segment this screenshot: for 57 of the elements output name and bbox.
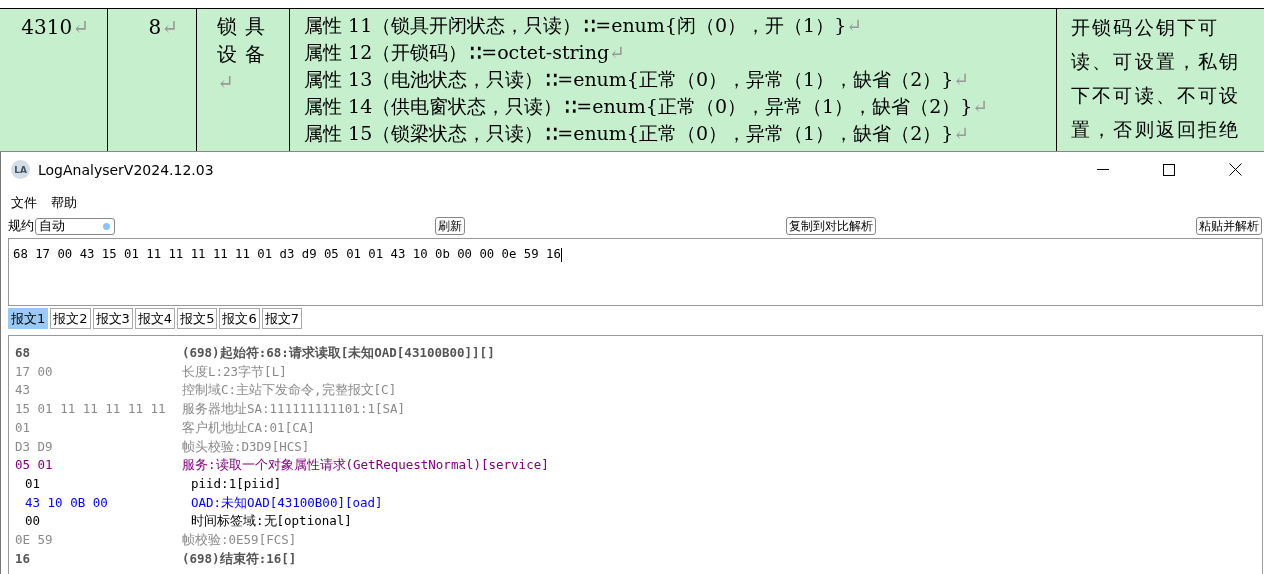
message-tab[interactable]: 报文6: [219, 308, 260, 329]
menu-item[interactable]: 文件: [11, 194, 37, 212]
message-tab[interactable]: 报文2: [50, 308, 91, 329]
hex-bytes: 16: [15, 549, 32, 568]
message-tab[interactable]: 报文4: [134, 308, 176, 329]
table-cell-text: 8↵: [148, 15, 178, 39]
attribute-line: 属性 15（锁梁状态，只读）∶∶=enum{正常（0），异常（1），缺省（2）}↵: [304, 121, 971, 146]
hex-bytes: 05 01: [15, 456, 54, 475]
window-title: LogAnalyserV2024.12.03: [38, 161, 215, 178]
field-description: piid:1[piid]: [191, 474, 282, 493]
note-text-line: 开锁码公钥下可: [1071, 15, 1221, 40]
message-tab[interactable]: 报文1: [8, 308, 49, 329]
hex-bytes: 43 10 0B 00: [25, 493, 109, 512]
table-cell-text: 4310↵: [21, 15, 89, 39]
attribute-line: 属性 12（开锁码）∶∶=octet-string↵: [304, 40, 627, 65]
hex-bytes: 0E 59: [15, 531, 54, 550]
hex-bytes: 01: [25, 474, 42, 493]
toolbar-button[interactable]: 刷新: [435, 217, 466, 235]
toolbar-button[interactable]: 复制到对比解析: [785, 217, 876, 235]
table-cell-text: 锁具设备 ↵: [217, 13, 265, 96]
dot-icon: [103, 222, 110, 230]
hex-bytes: 00: [25, 512, 42, 531]
field-description: 控制域C:主站下发命令,完整报文[C]: [182, 381, 397, 400]
field-description: 帧头校验:D3D9[HCS]: [182, 437, 310, 456]
attribute-line: 属性 14（供电窗状态，只读）∶∶=enum{正常（0），异常（1），缺省（2）}↵: [304, 94, 990, 119]
field-description: 时间标签域:无[optional]: [191, 512, 352, 531]
field-description: 长度L:23字节[L]: [182, 362, 287, 381]
field-description: OAD:未知OAD[43100B00][oad]: [191, 493, 383, 512]
attribute-line: 属性 11（锁具开闭状态，只读）∶∶=enum{闭（0），开（1）}↵: [304, 13, 864, 38]
field-description: 客户机地址CA:01[CA]: [182, 418, 315, 437]
message-tab[interactable]: 报文7: [261, 308, 302, 329]
hex-bytes: 68: [15, 344, 32, 362]
toolbar-button[interactable]: 粘贴并解析: [1196, 217, 1262, 235]
message-tab[interactable]: 报文3: [92, 308, 133, 329]
note-text-line: 置，否则返回拒绝: [1071, 117, 1242, 142]
maximize-icon: [1163, 163, 1175, 176]
field-description: 服务器地址SA:111111111101:1[SA]: [182, 400, 406, 419]
note-text-line: 下不可读、不可设: [1071, 83, 1242, 108]
menu-item[interactable]: 帮助: [51, 194, 77, 212]
hex-bytes: 15 01 11 11 11 11 11: [15, 400, 167, 419]
hex-bytes: D3 D9: [15, 437, 54, 456]
hex-bytes: 43: [15, 381, 32, 400]
field-description: 帧校验:0E59[FCS]: [182, 531, 297, 550]
attribute-line: 属性 13（电池状态，只读）∶∶=enum{正常（0），异常（1），缺省（2）}↵: [304, 67, 971, 92]
minimize-icon: [1097, 169, 1109, 170]
field-description: (698)结束符:16[]: [182, 549, 297, 568]
hex-bytes: 01: [15, 418, 32, 437]
hex-input-field[interactable]: 68 17 00 43 15 01 11 11 11 11 11 01 d3 d9 05 01 01 43 10 0b 00 00 0e 59 16: [8, 238, 1263, 306]
app-logo-icon: LA: [11, 160, 30, 179]
field-description: (698)起始符:68:请求读取[未知OAD[43100B00]][]: [182, 344, 495, 362]
note-text-line: 读、可设置，私钥: [1071, 49, 1242, 74]
close-icon: [1228, 163, 1242, 176]
protocol-dropdown[interactable]: 自动: [35, 217, 115, 235]
protocol-label: 规约: [8, 217, 34, 235]
hex-bytes: 17 00: [15, 362, 54, 381]
message-tab[interactable]: 报文5: [177, 308, 218, 329]
field-description: 服务:读取一个对象属性请求(GetRequestNormal)[service]: [182, 456, 549, 475]
